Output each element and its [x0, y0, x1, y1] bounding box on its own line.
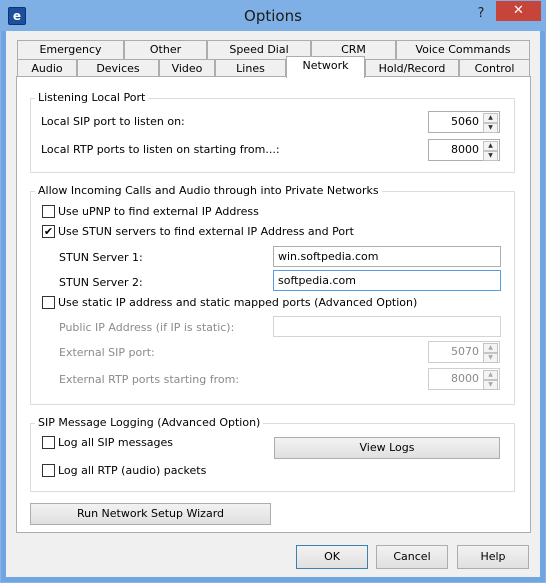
- spin-up-icon[interactable]: ▲: [483, 141, 498, 151]
- spin-up-icon[interactable]: ▲: [483, 113, 498, 123]
- window-title: Options: [244, 7, 302, 25]
- external-rtp-port-spinner[interactable]: 8000 ▲ ▼: [428, 368, 500, 390]
- local-rtp-port-spinner[interactable]: 8000 ▲ ▼: [428, 139, 500, 161]
- cancel-button[interactable]: Cancel: [376, 545, 448, 569]
- spinner-arrows: ▲ ▼: [483, 113, 498, 133]
- static-ip-checkbox[interactable]: [42, 296, 55, 309]
- external-sip-port-label: External SIP port:: [59, 346, 155, 359]
- upnp-checkbox[interactable]: [42, 205, 55, 218]
- spinner-arrows: ▲ ▼: [483, 141, 498, 161]
- public-ip-label: Public IP Address (if IP is static):: [59, 321, 235, 334]
- spin-down-icon[interactable]: ▼: [483, 123, 498, 133]
- log-sip-label[interactable]: Log all SIP messages: [58, 436, 173, 449]
- public-ip-input[interactable]: [273, 316, 501, 337]
- stun-label[interactable]: Use STUN servers to find external IP Add…: [58, 225, 354, 238]
- external-rtp-port-value: 8000: [451, 372, 479, 385]
- external-sip-port-spinner[interactable]: 5070 ▲ ▼: [428, 341, 500, 363]
- spinner-arrows: ▲ ▼: [483, 343, 498, 363]
- run-network-setup-wizard-button[interactable]: Run Network Setup Wizard: [30, 503, 271, 525]
- external-rtp-port-label: External RTP ports starting from:: [59, 373, 240, 386]
- close-button[interactable]: ✕: [496, 1, 541, 21]
- view-logs-button[interactable]: View Logs: [274, 437, 500, 459]
- stun-checkbox[interactable]: ✔: [42, 225, 55, 238]
- local-sip-port-label: Local SIP port to listen on:: [41, 115, 185, 128]
- spin-down-icon[interactable]: ▼: [483, 353, 498, 363]
- stun-server-1-label: STUN Server 1:: [59, 251, 143, 264]
- sip-logging-group-title: SIP Message Logging (Advanced Option): [35, 416, 264, 429]
- local-sip-port-value: 5060: [451, 115, 479, 128]
- tab-network[interactable]: Network: [286, 56, 365, 78]
- local-sip-port-spinner[interactable]: 5060 ▲ ▼: [428, 111, 500, 133]
- log-sip-checkbox[interactable]: [42, 436, 55, 449]
- spin-down-icon[interactable]: ▼: [483, 380, 498, 390]
- stun-server-2-input[interactable]: softpedia.com: [273, 270, 501, 291]
- listening-port-group-title: Listening Local Port: [35, 91, 149, 104]
- local-rtp-port-label: Local RTP ports to listen on starting fr…: [41, 143, 280, 156]
- tab-other[interactable]: Other: [124, 40, 207, 59]
- spin-down-icon[interactable]: ▼: [483, 151, 498, 161]
- log-rtp-checkbox[interactable]: [42, 464, 55, 477]
- help-button[interactable]: Help: [457, 545, 529, 569]
- stun-server-1-input[interactable]: win.softpedia.com: [273, 246, 501, 267]
- external-sip-port-value: 5070: [451, 345, 479, 358]
- incoming-calls-group-title: Allow Incoming Calls and Audio through i…: [35, 184, 382, 197]
- local-rtp-port-value: 8000: [451, 143, 479, 156]
- checkmark-icon: ✔: [43, 225, 54, 238]
- spinner-arrows: ▲ ▼: [483, 370, 498, 390]
- listening-port-group: [30, 98, 515, 173]
- spin-up-icon[interactable]: ▲: [483, 370, 498, 380]
- upnp-label[interactable]: Use uPNP to find external IP Address: [58, 205, 259, 218]
- log-rtp-label[interactable]: Log all RTP (audio) packets: [58, 464, 206, 477]
- tab-emergency[interactable]: Emergency: [17, 40, 124, 59]
- tab-voice-commands[interactable]: Voice Commands: [396, 40, 530, 59]
- help-icon[interactable]: ?: [470, 4, 492, 24]
- spin-up-icon[interactable]: ▲: [483, 343, 498, 353]
- stun-server-2-label: STUN Server 2:: [59, 276, 143, 289]
- static-ip-label[interactable]: Use static IP address and static mapped …: [58, 296, 417, 309]
- ok-button[interactable]: OK: [296, 545, 368, 569]
